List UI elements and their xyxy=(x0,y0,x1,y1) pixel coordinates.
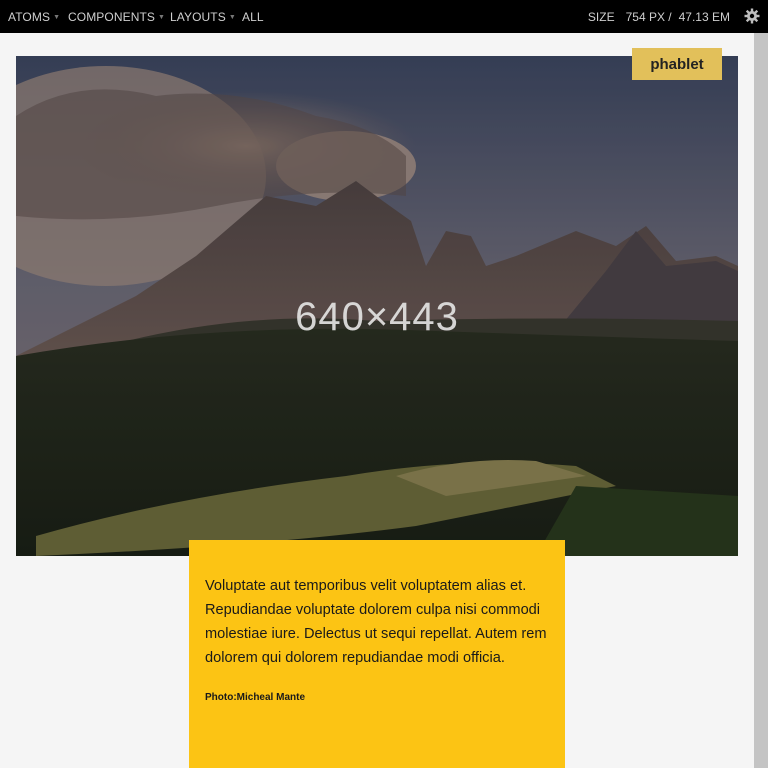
size-em[interactable]: 47.13 EM xyxy=(679,10,730,24)
nav-layouts-label: LAYOUTS xyxy=(170,10,226,24)
chevron-down-icon: ▼ xyxy=(158,14,166,21)
gear-icon[interactable] xyxy=(744,8,760,24)
nav-all-label: ALL xyxy=(242,10,264,24)
nav-components-label: COMPONENTS xyxy=(68,10,156,24)
chevron-down-icon: ▼ xyxy=(53,14,61,21)
viewport-resize-handle[interactable] xyxy=(754,33,768,768)
nav-atoms[interactable]: ATOMS ▼ xyxy=(8,10,60,24)
scrollbar-thumb[interactable] xyxy=(754,33,768,768)
hero-image: 640×443 xyxy=(16,56,738,556)
image-dimensions-label: 640×443 xyxy=(295,295,459,339)
nav-components[interactable]: COMPONENTS ▼ xyxy=(68,10,165,24)
caption-text: Voluptate aut temporibus velit voluptate… xyxy=(205,578,547,666)
nav-atoms-label: ATOMS xyxy=(8,10,51,24)
viewport-size-badge: phablet xyxy=(632,48,722,80)
top-navigation-bar: ATOMS ▼ COMPONENTS ▼ LAYOUTS ▼ ALL SIZE … xyxy=(0,0,768,33)
viewport-size-readout: SIZE 754 PX / 47.13 EM xyxy=(588,10,730,24)
photo-credit: Photo:Micheal Mante xyxy=(205,692,306,703)
nav-layouts[interactable]: LAYOUTS ▼ xyxy=(170,10,236,24)
size-px[interactable]: 754 PX / xyxy=(626,10,672,24)
nav-all[interactable]: ALL xyxy=(242,10,264,24)
caption-box: Voluptate aut temporibus velit voluptate… xyxy=(189,540,565,768)
chevron-down-icon: ▼ xyxy=(228,14,236,21)
size-label: SIZE xyxy=(587,10,615,24)
